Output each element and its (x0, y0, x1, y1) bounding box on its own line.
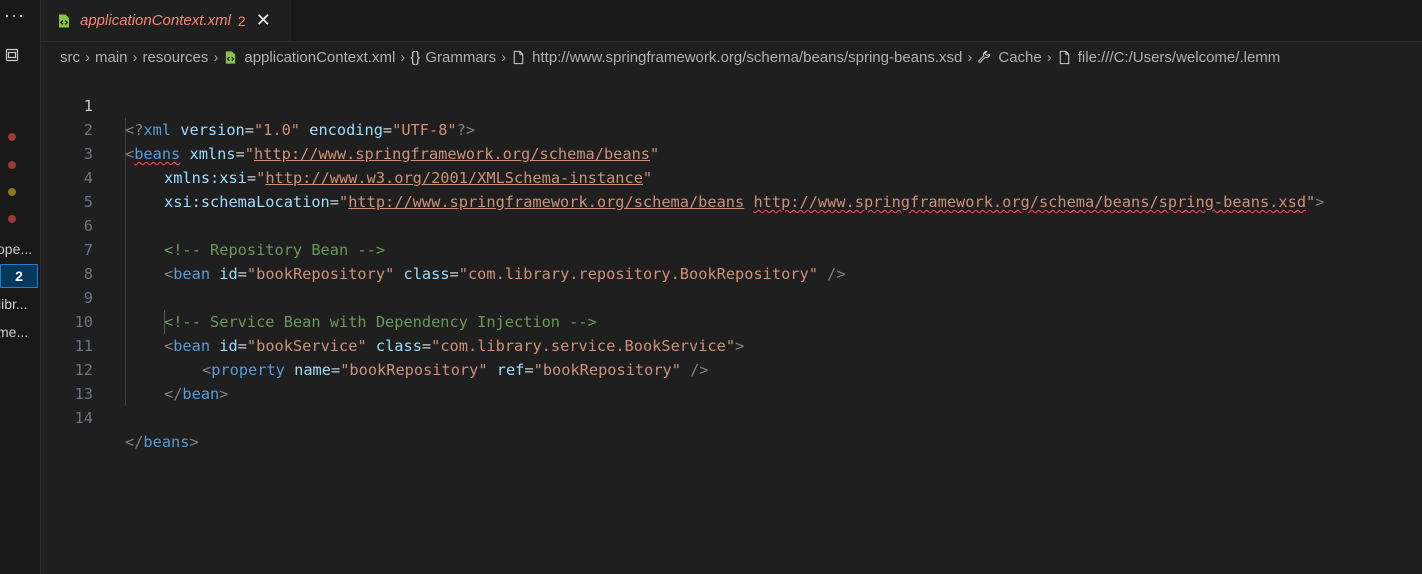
tab-label: applicationContext.xml (80, 12, 231, 29)
code-line[interactable]: 14 </beans> (41, 382, 1422, 451)
code-line[interactable]: 12 </bean> (41, 334, 1422, 403)
xml-file-icon (59, 14, 69, 27)
problem-dot (8, 133, 16, 141)
token: beans (143, 433, 190, 451)
warning-dot (8, 188, 16, 196)
problem-count-badge[interactable]: 2 (0, 264, 38, 288)
line-number: 14 (74, 409, 93, 427)
chevron-right-icon: › (85, 48, 90, 66)
code-line[interactable]: 6 <!-- Repository Bean --> (41, 190, 1422, 259)
breadcrumb-cache-label: Cache (998, 48, 1042, 66)
chevron-right-icon: › (501, 48, 507, 66)
breadcrumb-grammars-label: Grammars (425, 48, 497, 66)
code-line[interactable]: 8 (41, 238, 1422, 283)
close-icon[interactable]: ✕ (256, 10, 271, 31)
tab-bar: applicationContext.xml 2 ✕ (41, 0, 1422, 42)
breadcrumb-cache[interactable]: Cache (977, 48, 1042, 66)
tab-application-context[interactable]: applicationContext.xml 2 ✕ (41, 0, 291, 41)
breadcrumb-main[interactable]: main (95, 49, 128, 66)
token: </ (125, 433, 144, 451)
breadcrumb-file-label: applicationContext.xml (244, 48, 396, 66)
explorer-item-ope[interactable]: ope... (0, 241, 32, 257)
code-line[interactable]: 9 <!-- Service Bean with Dependency Inje… (41, 262, 1422, 331)
breadcrumb-file[interactable]: applicationContext.xml (223, 49, 395, 66)
chevron-right-icon: › (967, 48, 973, 66)
code-line[interactable]: 2 <beans xmlns="http://www.springframewo… (41, 94, 1422, 163)
code-line[interactable]: 5 (41, 166, 1422, 211)
code-line[interactable]: 13 (41, 358, 1422, 403)
tab-problem-badge: 2 (237, 12, 246, 29)
code-editor[interactable]: 1 <?xml version="1.0" encoding="UTF-8"?>… (41, 70, 1422, 574)
problem-dot (8, 215, 16, 223)
code-line[interactable]: 4 xsi:schemaLocation="http://www.springf… (41, 142, 1422, 211)
code-line[interactable]: 11 <property name="bookRepository" ref="… (41, 310, 1422, 379)
breadcrumb-schema[interactable]: http://www.springframework.org/schema/be… (511, 49, 962, 66)
breadcrumb-grammars[interactable]: {} Grammars (410, 49, 496, 66)
sidebar: ··· ope... 2 libr... me... (0, 0, 41, 574)
chevron-right-icon: › (1046, 48, 1052, 66)
breadcrumb-schema-label: http://www.springframework.org/schema/be… (532, 48, 963, 66)
xml-file-icon (226, 50, 236, 64)
chevron-right-icon: › (132, 48, 138, 66)
code-line[interactable]: 3 xmlns:xsi="http://www.w3.org/2001/XMLS… (41, 118, 1422, 187)
explorer-item-me[interactable]: me... (0, 324, 28, 340)
more-actions-icon[interactable]: ··· (4, 6, 25, 24)
braces-icon: {} (410, 48, 421, 66)
breadcrumb-resources[interactable]: resources (143, 49, 209, 66)
file-icon (513, 50, 524, 64)
chevron-right-icon: › (213, 48, 219, 66)
explorer-item-libr[interactable]: libr... (0, 296, 28, 312)
code-line[interactable]: 7 <bean id="bookRepository" class="com.l… (41, 214, 1422, 283)
code-line[interactable]: 10 <bean id="bookService" class="com.lib… (41, 286, 1422, 355)
breadcrumb-cache-file[interactable]: file:///C:/Users/welcome/.lemm (1057, 48, 1281, 66)
token: > (189, 433, 199, 451)
chevron-right-icon: › (400, 48, 406, 66)
breadcrumb-src[interactable]: src (60, 49, 80, 66)
file-icon (1059, 50, 1069, 64)
breadcrumb-cache-file-label: file:///C:/Users/welcome/.lemm (1077, 48, 1281, 66)
problem-dot (8, 161, 16, 169)
code-line[interactable]: 1 <?xml version="1.0" encoding="UTF-8"?> (41, 70, 1422, 139)
split-editor-icon[interactable] (4, 47, 20, 63)
breadcrumb: src › main › resources › applicationCont… (41, 44, 1422, 70)
wrench-icon (978, 50, 991, 63)
